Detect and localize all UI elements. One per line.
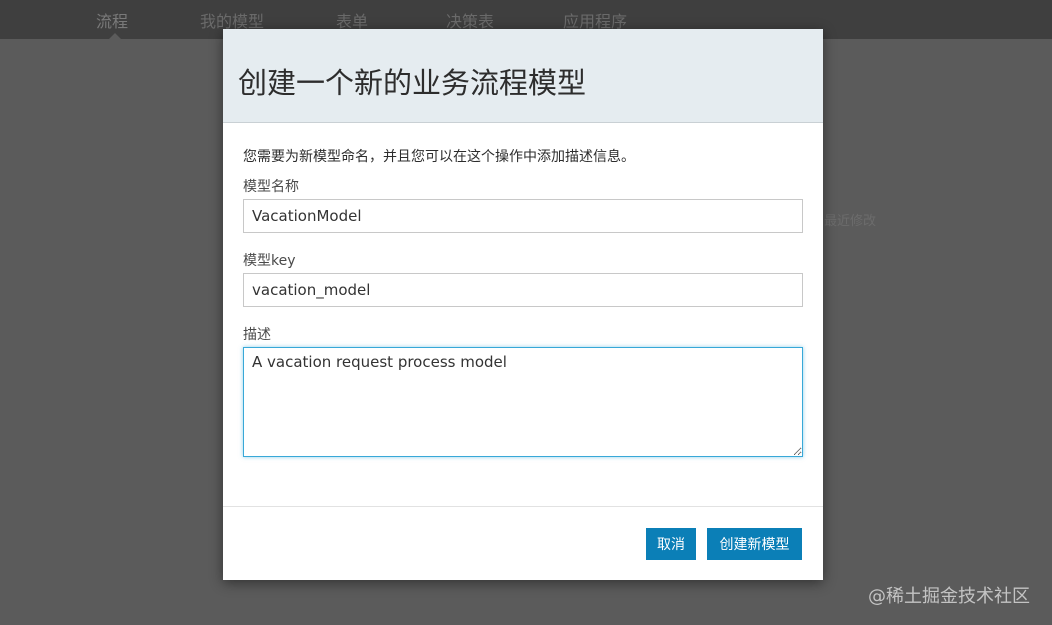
background-side-text: 最近修改 bbox=[824, 214, 877, 229]
dialog-footer: 取消 创建新模型 bbox=[223, 506, 823, 581]
dialog-title: 创建一个新的业务流程模型 bbox=[238, 66, 587, 100]
description-textarea[interactable]: A vacation request process model bbox=[243, 347, 803, 457]
create-model-button[interactable]: 创建新模型 bbox=[707, 528, 802, 560]
nav-item-processes[interactable]: 流程 bbox=[96, 8, 128, 32]
dialog-header: 创建一个新的业务流程模型 bbox=[223, 29, 823, 123]
watermark-text: @稀土掘金技术社区 bbox=[868, 586, 1030, 607]
dialog-intro-text: 您需要为新模型命名，并且您可以在这个操作中添加描述信息。 bbox=[243, 149, 635, 165]
model-name-label: 模型名称 bbox=[243, 179, 299, 195]
model-key-label: 模型key bbox=[243, 253, 296, 269]
model-name-input[interactable] bbox=[243, 199, 803, 233]
description-label: 描述 bbox=[243, 327, 271, 343]
cancel-button[interactable]: 取消 bbox=[646, 528, 696, 560]
model-key-input[interactable] bbox=[243, 273, 803, 307]
create-model-dialog: 创建一个新的业务流程模型 您需要为新模型命名，并且您可以在这个操作中添加描述信息… bbox=[223, 29, 823, 580]
active-nav-indicator bbox=[109, 33, 121, 39]
